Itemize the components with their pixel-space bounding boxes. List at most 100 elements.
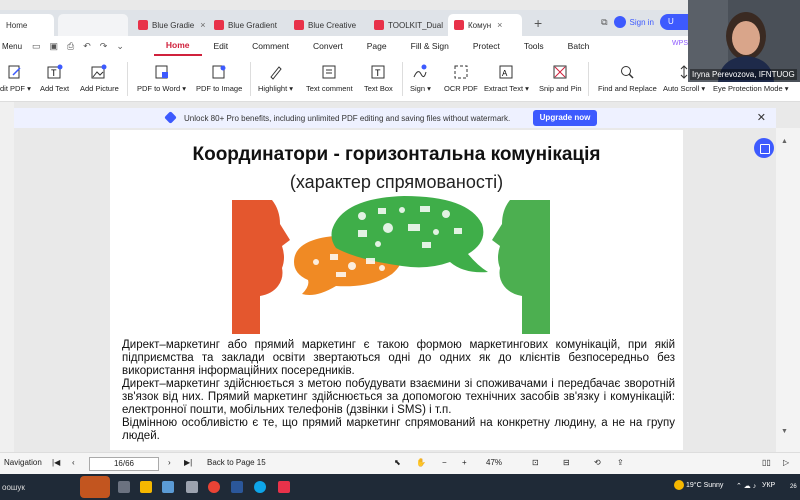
- tab-home-ribbon[interactable]: Home: [153, 36, 202, 56]
- store-icon[interactable]: [162, 481, 174, 493]
- tab-doc-4[interactable]: TOOLKIT_Dual: [368, 14, 446, 36]
- ocr-pdf-button[interactable]: OCR PDF: [444, 64, 478, 93]
- chevron-down-icon[interactable]: ⌄: [116, 41, 124, 52]
- tab-count-icon[interactable]: ⧉: [601, 17, 607, 28]
- word-icon[interactable]: [231, 481, 243, 493]
- undo-icon[interactable]: ↶: [83, 41, 91, 52]
- pdf-icon: [374, 20, 384, 30]
- ribbon-tabs: Home Edit Comment Convert Page Fill & Si…: [153, 36, 602, 56]
- text-comment-button[interactable]: Text comment: [306, 64, 353, 93]
- tab-doc-active[interactable]: Комун ×: [448, 14, 522, 36]
- tab-tools[interactable]: Tools: [512, 36, 556, 56]
- prev-page-icon[interactable]: ‹: [72, 458, 75, 467]
- tab-doc-1[interactable]: Blue Gradie ×: [132, 14, 206, 36]
- tab-bar: Home Blue Gradie × Blue Gradient Blue Cre…: [0, 10, 688, 36]
- wps-ai-link[interactable]: WPS: [672, 40, 688, 47]
- fit-width-icon[interactable]: ⊡: [532, 458, 539, 467]
- add-text-icon: T: [47, 64, 63, 79]
- ribbon-toolbar: dit PDF ▾ T Add Text Add Picture PDF to W…: [0, 56, 800, 102]
- language-indicator[interactable]: УКР: [762, 482, 775, 489]
- pdf-to-image-icon: [212, 65, 226, 79]
- extract-text-button[interactable]: A Extract Text ▾: [484, 64, 529, 93]
- add-text-button[interactable]: T Add Text: [40, 64, 69, 93]
- taskbar-search[interactable]: оошук: [2, 483, 25, 492]
- side-tool-button[interactable]: [754, 138, 774, 158]
- app-icon[interactable]: [186, 481, 198, 493]
- close-icon[interactable]: ×: [200, 20, 205, 30]
- highlight-icon: [269, 66, 282, 80]
- tab-protect[interactable]: Protect: [461, 36, 512, 56]
- scroll-down-icon[interactable]: ▼: [781, 428, 788, 435]
- pdf-to-word-button[interactable]: PDF to Word ▾: [137, 64, 186, 93]
- find-replace-button[interactable]: Find and Replace: [598, 64, 657, 93]
- tray-icons[interactable]: ⌃ ☁ ♪: [736, 482, 756, 490]
- sign-button[interactable]: Sign ▾: [410, 64, 431, 93]
- avatar-icon: [613, 16, 626, 28]
- pdf-app-icon[interactable]: [278, 481, 290, 493]
- close-icon[interactable]: ✕: [757, 111, 766, 124]
- tab-edit[interactable]: Edit: [202, 36, 241, 56]
- tab-home[interactable]: Home: [0, 14, 54, 36]
- menu-bar: Menu ▭ ▣ ⎙ ↶ ↷ ⌄ Home Edit Comment Conve…: [0, 36, 688, 56]
- hand-tool-icon[interactable]: ✋: [416, 458, 426, 467]
- open-icon[interactable]: ▭: [32, 41, 41, 52]
- tab-page[interactable]: Page: [355, 36, 399, 56]
- page-layout-icon[interactable]: ⊟: [563, 458, 570, 467]
- save-icon[interactable]: ▣: [50, 41, 59, 52]
- scroll-up-icon[interactable]: ▲: [781, 138, 788, 145]
- clock-date[interactable]: 26: [790, 484, 797, 490]
- upgrade-button[interactable]: U: [660, 14, 688, 30]
- play-icon[interactable]: ▷: [783, 458, 789, 467]
- file-explorer-icon[interactable]: [140, 481, 152, 493]
- svg-text:T: T: [51, 68, 57, 78]
- edge-icon[interactable]: [254, 481, 266, 493]
- print-icon[interactable]: ⎙: [67, 41, 74, 52]
- tab-convert[interactable]: Convert: [301, 36, 355, 56]
- pdf-icon: [138, 20, 148, 30]
- new-tab-icon[interactable]: +: [534, 15, 542, 31]
- tab-comment[interactable]: Comment: [240, 36, 301, 56]
- tab-doc-2[interactable]: Blue Gradient: [208, 14, 286, 36]
- rotate-icon[interactable]: ⟲: [594, 458, 601, 467]
- text-comment-icon: [322, 65, 336, 79]
- add-picture-icon: [91, 64, 107, 79]
- tab-batch[interactable]: Batch: [556, 36, 602, 56]
- text-box-button[interactable]: T Text Box: [364, 64, 393, 93]
- zoom-in-icon[interactable]: +: [462, 458, 467, 467]
- pdf-to-image-button[interactable]: PDF to Image: [196, 64, 242, 93]
- upgrade-now-button[interactable]: Upgrade now: [533, 110, 597, 126]
- weather-text[interactable]: 19°C Sunny: [686, 482, 723, 489]
- next-page-icon[interactable]: ›: [168, 458, 171, 467]
- first-page-icon[interactable]: |◀: [52, 458, 60, 467]
- zoom-level[interactable]: 47%: [486, 458, 502, 467]
- tab-doc-3[interactable]: Blue Creative: [288, 14, 366, 36]
- task-view-icon[interactable]: [118, 481, 130, 493]
- chrome-icon[interactable]: [208, 481, 220, 493]
- zoom-out-icon[interactable]: −: [442, 458, 447, 467]
- tab-fill-sign[interactable]: Fill & Sign: [399, 36, 461, 56]
- svg-text:A: A: [502, 69, 508, 78]
- back-to-page-link[interactable]: Back to Page 15: [207, 458, 266, 467]
- reading-mode-icon[interactable]: ▯▯: [762, 458, 771, 467]
- add-picture-button[interactable]: Add Picture: [80, 64, 119, 93]
- export-icon[interactable]: ⇪: [617, 458, 624, 467]
- snip-pin-button[interactable]: Snip and Pin: [539, 64, 582, 93]
- sign-in-button[interactable]: Sign in: [613, 16, 654, 28]
- navigation-toggle[interactable]: Navigation: [4, 458, 42, 467]
- promo-text: Unlock 80+ Pro benefits, including unlim…: [184, 113, 511, 123]
- edit-pdf-button[interactable]: dit PDF ▾: [0, 64, 31, 93]
- redo-icon[interactable]: ↷: [100, 41, 108, 52]
- tab-blank[interactable]: [58, 14, 128, 36]
- page-number-input[interactable]: 16/66: [89, 457, 159, 471]
- select-cursor-icon[interactable]: ⬉: [394, 458, 401, 467]
- highlight-button[interactable]: Highlight ▾: [258, 64, 293, 93]
- search-icon: [621, 66, 634, 79]
- pdf-icon: [454, 20, 464, 30]
- pdf-icon: [214, 20, 224, 30]
- paragraph-1: Директ–маркетинг або прямий маркетинг є …: [122, 339, 675, 377]
- snip-icon: [553, 65, 567, 79]
- vertical-scrollbar[interactable]: ▲ ▼: [776, 128, 800, 452]
- menu-button[interactable]: Menu: [0, 42, 32, 51]
- close-icon[interactable]: ×: [497, 20, 502, 30]
- last-page-icon[interactable]: ▶|: [184, 458, 192, 467]
